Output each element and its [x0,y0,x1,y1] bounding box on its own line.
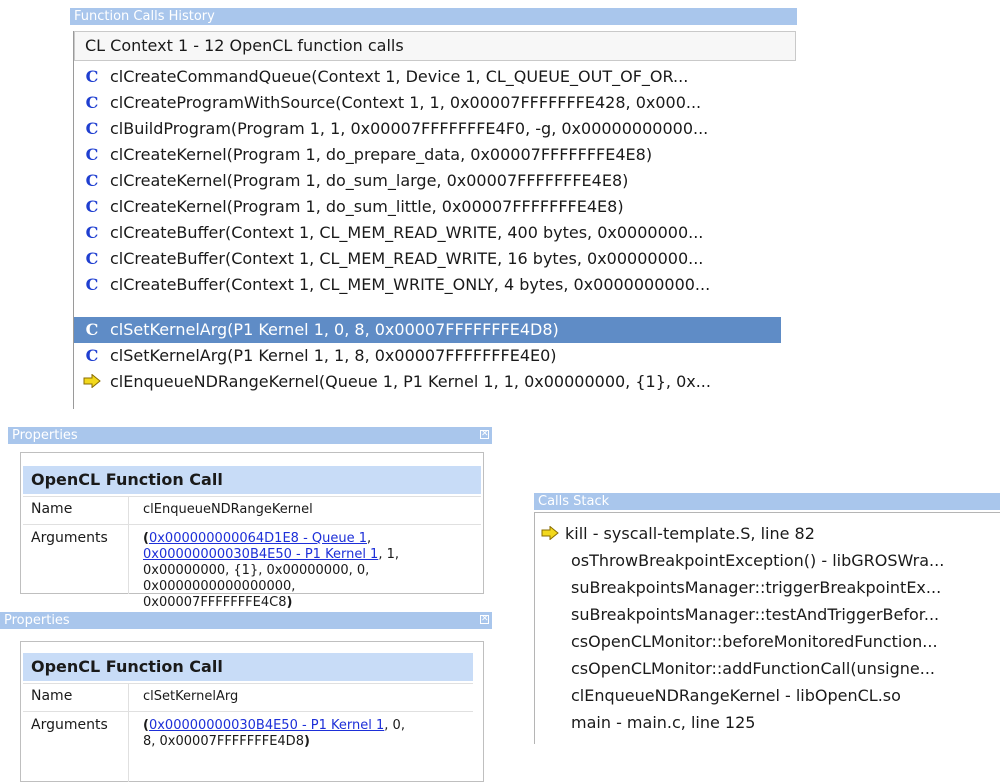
stack-frame[interactable]: osThrowBreakpointException() - libGROSWr… [535,547,1003,574]
c-function-icon: C [85,223,99,242]
stack-frame-text: osThrowBreakpointException() - libGROSWr… [571,551,945,570]
call-row[interactable]: CclCreateBuffer(Context 1, CL_MEM_READ_W… [74,220,781,246]
stack-frame[interactable]: suBreakpointsManager::testAndTriggerBefo… [535,601,1003,628]
close-paren: ) [303,734,310,749]
arguments-value: (0x00000000030B4E50 - P1 Kernel 1, 0, 8,… [143,718,473,750]
call-text: clCreateKernel(Program 1, do_prepare_dat… [110,145,653,164]
call-text: clCreateCommandQueue(Context 1, Device 1… [110,67,689,86]
properties-title-text: Properties [4,613,70,628]
call-row[interactable]: CclCreateKernel(Program 1, do_prepare_da… [74,142,781,168]
c-function-icon: C [85,320,99,339]
stack-frame-text: main - main.c, line 125 [571,713,756,732]
kernel-link[interactable]: 0x00000000030B4E50 - P1 Kernel 1 [149,718,384,733]
stack-frame-text: suBreakpointsManager::triggerBreakpointE… [571,578,942,597]
stack-frame-text: csOpenCLMonitor::addFunctionCall(unsigne… [571,659,936,678]
calls-stack-panel: kill - syscall-template.S, line 82 osThr… [534,512,1000,744]
properties-panel-title: Properties ✕ [8,427,492,444]
stack-frame[interactable]: main - main.c, line 125 [535,709,1003,736]
args-text: , 0, [384,718,405,733]
c-function-icon: C [85,197,99,216]
kernel-link[interactable]: 0x00000000030B4E50 - P1 Kernel 1 [143,547,378,562]
context-header[interactable]: CL Context 1 - 12 OpenCL function calls [74,31,796,61]
stack-frame[interactable]: suBreakpointsManager::triggerBreakpointE… [535,574,1003,601]
queue-link[interactable]: 0x000000000064D1E8 - Queue 1 [149,531,367,546]
c-function-icon: C [85,145,99,164]
divider [23,711,473,712]
call-row[interactable]: CclCreateKernel(Program 1, do_sum_little… [74,194,781,220]
stack-frame-text: kill - syscall-template.S, line 82 [565,524,815,543]
call-text: clSetKernelArg(P1 Kernel 1, 1, 8, 0x0000… [110,346,557,365]
divider [23,524,481,525]
name-label: Name [31,501,73,517]
arguments-label: Arguments [31,530,108,546]
call-text: clCreateKernel(Program 1, do_sum_little,… [110,197,624,216]
stack-frame[interactable]: csOpenCLMonitor::addFunctionCall(unsigne… [535,655,1003,682]
function-calls-history-panel: CL Context 1 - 12 OpenCL function calls … [73,31,798,409]
call-text: clCreateBuffer(Context 1, CL_MEM_READ_WR… [110,249,704,268]
properties-panel: OpenCL Function Call Name clSetKernelArg… [0,629,492,782]
section-title: OpenCL Function Call [23,466,481,494]
args-text: 0x0000000000000000, [143,579,296,594]
stack-frame[interactable]: csOpenCLMonitor::beforeMonitoredFunction… [535,628,1003,655]
call-text: clCreateProgramWithSource(Context 1, 1, … [110,93,702,112]
call-row[interactable]: CclSetKernelArg(P1 Kernel 1, 1, 8, 0x000… [74,343,781,369]
call-row[interactable]: CclCreateCommandQueue(Context 1, Device … [74,64,781,90]
properties-panel: OpenCL Function Call Name clEnqueueNDRan… [8,444,492,610]
call-row[interactable]: clEnqueueNDRangeKernel(Queue 1, P1 Kerne… [74,369,781,395]
stack-frame-text: clEnqueueNDRangeKernel - libOpenCL.so [571,686,901,705]
properties-panel-title: Properties ✕ [0,612,492,629]
c-function-icon: C [85,119,99,138]
stack-frame-text: suBreakpointsManager::testAndTriggerBefo… [571,605,940,624]
args-text: 8, 0x00007FFFFFFFE4D8 [143,734,304,749]
stack-frame[interactable]: clEnqueueNDRangeKernel - libOpenCL.so [535,682,1003,709]
stack-frame[interactable]: kill - syscall-template.S, line 82 [535,520,975,547]
call-text: clSetKernelArg(P1 Kernel 1, 0, 8, 0x0000… [110,320,559,339]
call-row-selected[interactable]: CclSetKernelArg(P1 Kernel 1, 0, 8, 0x000… [74,317,781,343]
arguments-value: (0x000000000064D1E8 - Queue 1, 0x0000000… [143,531,473,611]
args-text: , 1, [378,547,400,562]
c-function-icon: C [85,249,99,268]
close-icon[interactable]: ✕ [480,430,489,439]
separator: , [367,531,372,546]
call-text: clBuildProgram(Program 1, 1, 0x00007FFFF… [110,119,709,138]
calls-stack-title: Calls Stack [534,493,1000,510]
c-function-icon: C [85,67,99,86]
args-text: 0x00000000, {1}, 0x00000000, 0, [143,563,370,578]
name-value: clEnqueueNDRangeKernel [143,502,313,517]
arguments-label: Arguments [31,717,108,733]
c-function-icon: C [85,93,99,112]
close-paren: ) [286,595,293,610]
yellow-arrow-icon [541,525,559,540]
call-text: clCreateBuffer(Context 1, CL_MEM_WRITE_O… [110,275,711,294]
divider [23,683,473,684]
section-title: OpenCL Function Call [23,653,473,681]
properties-title-text: Properties [12,428,78,443]
divider [128,496,129,594]
call-text: clCreateBuffer(Context 1, CL_MEM_READ_WR… [110,223,704,242]
calls-stack-title-text: Calls Stack [538,494,610,509]
stack-frame-text: csOpenCLMonitor::beforeMonitoredFunction… [571,632,938,651]
name-label: Name [31,688,73,704]
close-icon[interactable]: ✕ [480,615,489,624]
call-row[interactable]: CclBuildProgram(Program 1, 1, 0x00007FFF… [74,116,781,142]
call-text: clCreateKernel(Program 1, do_sum_large, … [110,171,629,190]
c-function-icon: C [85,171,99,190]
divider [23,496,481,497]
args-text: 0x00007FFFFFFFE4C8 [143,595,287,610]
name-value: clSetKernelArg [143,689,239,704]
call-row[interactable]: CclCreateProgramWithSource(Context 1, 1,… [74,90,781,116]
c-function-icon: C [85,346,99,365]
c-function-icon: C [85,275,99,294]
function-calls-history-title: Function Calls History [70,8,797,25]
call-text: clEnqueueNDRangeKernel(Queue 1, P1 Kerne… [110,372,711,391]
call-row[interactable]: CclCreateBuffer(Context 1, CL_MEM_WRITE_… [74,272,781,298]
yellow-arrow-icon [83,373,101,388]
divider [128,683,129,782]
call-row[interactable]: CclCreateKernel(Program 1, do_sum_large,… [74,168,781,194]
call-row[interactable]: CclCreateBuffer(Context 1, CL_MEM_READ_W… [74,246,781,272]
